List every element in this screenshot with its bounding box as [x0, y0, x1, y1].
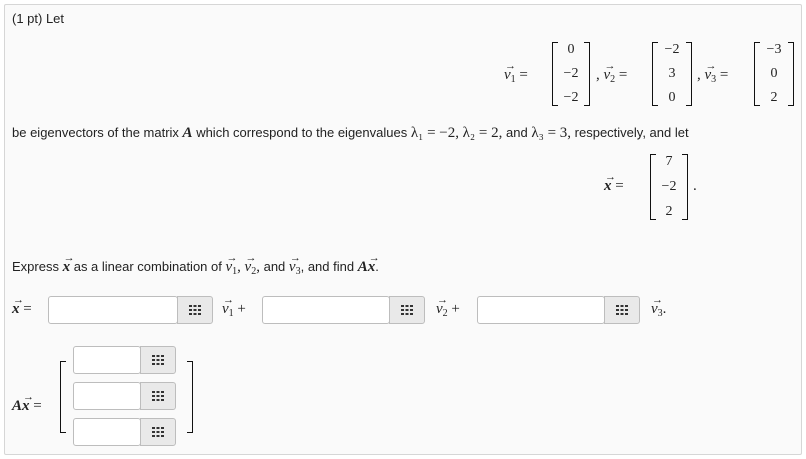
equation-palette-icon — [615, 305, 629, 315]
coef1-input[interactable] — [48, 296, 178, 324]
x-column: 7 −2 2 — [661, 154, 677, 219]
problem-intro: (1 pt) Let — [12, 11, 65, 26]
ax-left-bracket — [60, 361, 66, 433]
v3-right-bracket — [788, 42, 794, 106]
v1-column: 0 −2 −2 — [563, 42, 579, 105]
ax-row3-input[interactable] — [73, 418, 141, 446]
x-eq-label: x = — [12, 291, 32, 318]
ax-row2-palette-button[interactable] — [140, 382, 176, 410]
ax-row3-palette-button[interactable] — [140, 418, 176, 446]
ax-right-bracket — [187, 361, 193, 433]
ax-row1-input[interactable] — [73, 346, 141, 374]
equation-palette-icon — [151, 391, 165, 401]
coef1-palette-button[interactable] — [177, 296, 213, 324]
coef3-input[interactable] — [477, 296, 605, 324]
equation-palette-icon — [151, 355, 165, 365]
equation-palette-icon — [188, 305, 202, 315]
v1-label: v1 = — [504, 57, 528, 89]
v2-right-bracket — [686, 42, 692, 106]
v3-term: v3. — [651, 291, 666, 323]
v1-right-bracket — [584, 42, 590, 106]
eigen-sentence: be eigenvectors of the matrix A which co… — [12, 125, 689, 141]
ax-label: Ax = — [12, 388, 42, 415]
v1-plus: v1 + — [222, 291, 246, 323]
coef2-input[interactable] — [262, 296, 390, 324]
coef2-palette-button[interactable] — [389, 296, 425, 324]
equation-palette-icon — [400, 305, 414, 315]
v2-label: , v2 = — [596, 57, 627, 89]
ax-row2-input[interactable] — [73, 382, 141, 410]
v3-label: , v3 = — [697, 57, 728, 89]
express-sentence: Express x as a linear combination of v1,… — [12, 249, 379, 281]
v2-plus: v2 + — [436, 291, 460, 323]
ax-row1-palette-button[interactable] — [140, 346, 176, 374]
coef3-palette-button[interactable] — [604, 296, 640, 324]
v3-column: −3 0 2 — [766, 42, 782, 105]
x-period: . — [693, 178, 697, 194]
x-right-bracket — [682, 154, 688, 220]
v2-column: −2 3 0 — [664, 42, 680, 105]
x-label: x = — [604, 168, 624, 195]
equation-palette-icon — [151, 427, 165, 437]
